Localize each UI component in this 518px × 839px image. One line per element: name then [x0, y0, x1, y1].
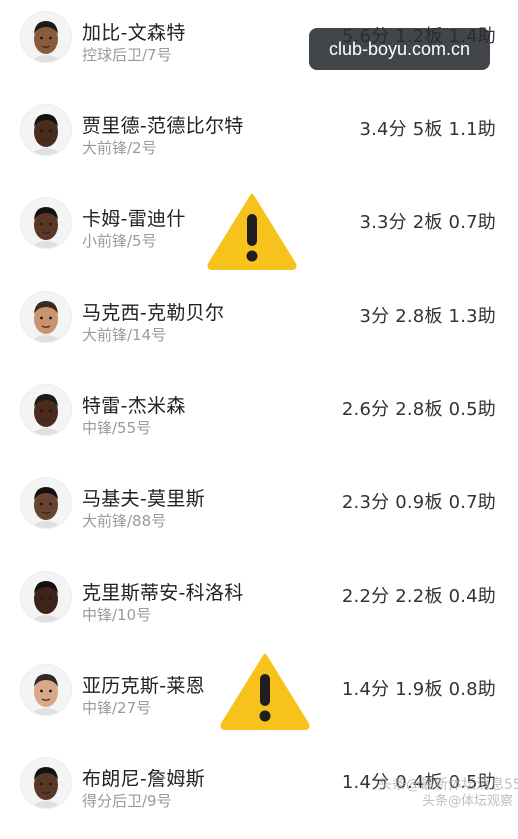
player-avatar: [21, 572, 71, 622]
player-avatar: [21, 478, 71, 528]
watermark-badge: club-boyu.com.cn: [309, 28, 490, 70]
player-row[interactable]: 马基夫-莫里斯大前锋/88号 2.3分 0.9板 0.7助: [0, 466, 518, 559]
player-position: 中锋/55号: [82, 419, 152, 437]
player-position: 得分后卫/9号: [82, 792, 172, 810]
player-stats: 3.4分 5板 1.1助: [359, 119, 496, 140]
player-avatar: [21, 12, 71, 62]
player-position: 中锋/10号: [82, 606, 152, 624]
player-name: 克里斯蒂安-科洛科: [82, 582, 244, 604]
player-position: 中锋/27号: [82, 699, 152, 717]
player-name: 布朗尼-詹姆斯: [82, 768, 205, 790]
player-avatar: [21, 758, 71, 808]
player-name: 特雷-杰米森: [82, 395, 186, 417]
player-row[interactable]: 贾里德-范德比尔特大前锋/2号 3.4分 5板 1.1助: [0, 93, 518, 186]
player-stats: 3.3分 2板 0.7助: [359, 212, 496, 233]
player-position: 小前锋/5号: [82, 232, 157, 250]
player-row[interactable]: 马克西-克勒贝尔大前锋/14号 3分 2.8板 1.3助: [0, 280, 518, 373]
player-position: 大前锋/2号: [82, 139, 157, 157]
player-stats: 2.2分 2.2板 0.4助: [341, 586, 496, 607]
player-position: 大前锋/14号: [82, 326, 167, 344]
player-name: 贾里德-范德比尔特: [82, 115, 244, 137]
player-name: 马基夫-莫里斯: [82, 488, 205, 510]
player-stats: 2.3分 0.9板 0.7助: [341, 492, 496, 513]
player-avatar: [21, 198, 71, 248]
warning-icon: [207, 194, 297, 270]
player-avatar: [21, 292, 71, 342]
player-stats: 2.6分 2.8板 0.5助: [341, 399, 496, 420]
player-name: 马克西-克勒贝尔: [82, 302, 225, 324]
player-name: 卡姆-雷迪什: [82, 208, 186, 230]
player-stats: 1.4分 1.9板 0.8助: [341, 679, 496, 700]
player-position: 控球后卫/7号: [82, 46, 172, 64]
player-row[interactable]: 特雷-杰米森中锋/55号 2.6分 2.8板 0.5助: [0, 373, 518, 466]
player-position: 大前锋/88号: [82, 512, 167, 530]
player-avatar: [21, 665, 71, 715]
warning-icon: [220, 654, 310, 730]
player-stats: 3分 2.8板 1.3助: [359, 306, 496, 327]
player-row[interactable]: 克里斯蒂安-科洛科中锋/10号 2.2分 2.2板 0.4助: [0, 560, 518, 653]
player-name: 亚历克斯-莱恩: [82, 675, 205, 697]
player-name: 加比-文森特: [82, 22, 186, 44]
player-avatar: [21, 385, 71, 435]
player-avatar: [21, 105, 71, 155]
watermark-text-secondary: 头条@体坛观察: [422, 794, 514, 809]
